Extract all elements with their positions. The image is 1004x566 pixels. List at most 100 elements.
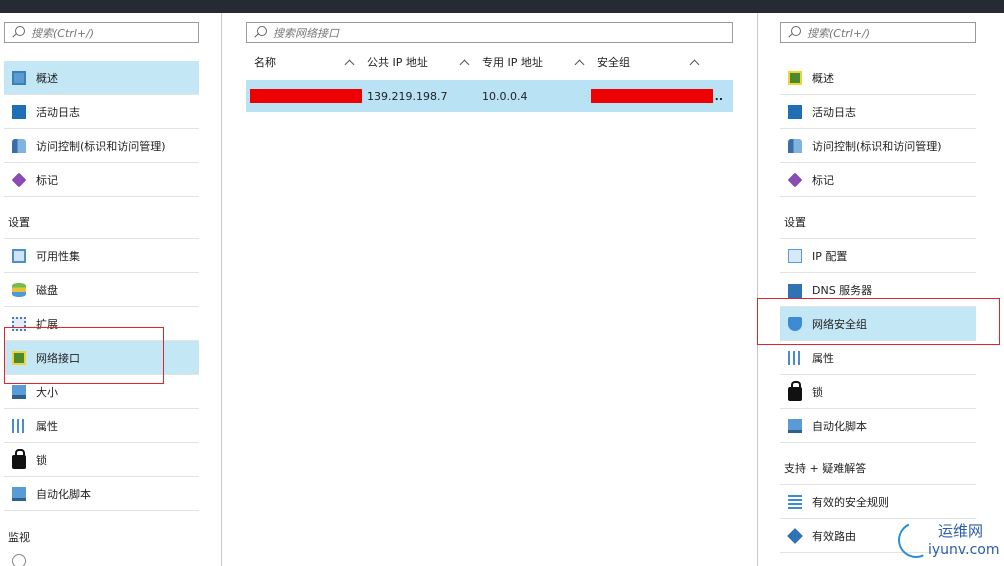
top-bar — [0, 0, 1004, 13]
truncation-ellipsis: .. — [714, 89, 723, 103]
column-header-name[interactable]: 名称 — [246, 51, 359, 73]
menu-item-label: 大小 — [36, 385, 58, 399]
lock-icon — [12, 449, 26, 469]
menu-item-label: 可用性集 — [36, 249, 80, 263]
vm-menu-panel: 搜索(Ctrl+/) 概述 活动日志 访问控制(标识和访问管理) 标记 设置 可… — [0, 13, 222, 566]
menu-item-automation-script[interactable]: 自动化脚本 — [4, 477, 199, 511]
menu-item-partial[interactable] — [4, 553, 199, 566]
column-header-public-ip[interactable]: 公共 IP 地址 — [359, 51, 474, 73]
highlight-box-network-security-group — [757, 298, 1000, 345]
menu-item-locks[interactable]: 锁 — [780, 375, 976, 409]
cell-name — [246, 89, 362, 103]
settings-section-header: 设置 — [4, 197, 199, 239]
site-watermark-logo: 运维网 iyunv.com — [892, 516, 1000, 564]
menu-item-label: 属性 — [812, 351, 834, 365]
ip-config-icon — [788, 248, 802, 263]
menu-item-label: 锁 — [812, 385, 823, 399]
menu-item-access-control[interactable]: 访问控制(标识和访问管理) — [4, 129, 199, 163]
access-control-icon — [788, 138, 802, 153]
search-placeholder: 搜索(Ctrl+/) — [807, 26, 871, 40]
cell-security-group: .. — [589, 89, 723, 103]
dns-server-icon — [788, 283, 802, 298]
watermark-en: iyunv.com — [928, 542, 1000, 558]
menu-item-label: 自动化脚本 — [812, 419, 867, 433]
menu-item-label: 概述 — [812, 71, 834, 85]
tag-icon — [787, 172, 803, 187]
network-interfaces-panel: 搜索网络接口 名称 公共 IP 地址 专用 IP 地址 安全组 139.219.… — [222, 13, 758, 566]
cell-public-ip: 139.219.198.7 — [367, 89, 448, 103]
automation-script-icon — [788, 418, 802, 433]
column-label: 专用 IP 地址 — [482, 56, 543, 69]
menu-item-label: 标记 — [36, 173, 58, 187]
menu-item-properties[interactable]: 属性 — [4, 409, 199, 443]
menu-item-label: 有效的安全规则 — [812, 495, 889, 509]
lock-icon — [788, 381, 802, 401]
cell-private-ip: 10.0.0.4 — [482, 89, 528, 103]
table-header: 名称 公共 IP 地址 专用 IP 地址 安全组 — [246, 51, 733, 73]
security-rules-icon — [788, 494, 802, 509]
menu-item-tags[interactable]: 标记 — [780, 163, 976, 197]
menu-item-label: 活动日志 — [812, 105, 856, 119]
disk-icon — [12, 282, 26, 297]
sort-ascending-icon — [344, 59, 355, 69]
menu-item-label: 概述 — [36, 71, 58, 85]
menu-item-ip-config[interactable]: IP 配置 — [780, 239, 976, 273]
menu-item-activity-log[interactable]: 活动日志 — [4, 95, 199, 129]
properties-icon — [12, 418, 26, 433]
search-placeholder: 搜索(Ctrl+/) — [31, 26, 95, 40]
sort-ascending-icon — [574, 59, 585, 69]
column-label: 安全组 — [597, 56, 630, 69]
menu-item-access-control[interactable]: 访问控制(标识和访问管理) — [780, 129, 976, 163]
menu-item-label: IP 配置 — [812, 249, 848, 263]
menu-item-label: 属性 — [36, 419, 58, 433]
settings-section-header: 设置 — [780, 197, 976, 239]
column-label: 名称 — [254, 56, 276, 69]
properties-icon — [788, 350, 802, 365]
activity-log-icon — [12, 104, 26, 119]
sort-ascending-icon — [459, 59, 470, 69]
tag-icon — [11, 172, 27, 187]
network-interface-menu-panel: 搜索(Ctrl+/) 概述 活动日志 访问控制(标识和访问管理) 标记 设置 I… — [758, 13, 1004, 566]
redaction-mark — [591, 89, 713, 103]
search-input[interactable]: 搜索(Ctrl+/) — [4, 22, 199, 43]
menu-item-label: 锁 — [36, 453, 47, 467]
availability-set-icon — [12, 248, 26, 263]
overview-icon — [788, 70, 802, 85]
monitor-section-header: 监视 — [8, 531, 30, 544]
automation-script-icon — [12, 486, 26, 501]
vm-menu: 概述 活动日志 访问控制(标识和访问管理) 标记 设置 可用性集 磁盘 扩展 网… — [4, 61, 199, 566]
sort-ascending-icon — [689, 59, 700, 69]
search-input[interactable]: 搜索(Ctrl+/) — [780, 22, 976, 43]
menu-item-label: 标记 — [812, 173, 834, 187]
menu-item-label: 活动日志 — [36, 105, 80, 119]
menu-item-overview[interactable]: 概述 — [4, 61, 199, 95]
search-icon — [11, 25, 25, 40]
menu-item-availability-set[interactable]: 可用性集 — [4, 239, 199, 273]
menu-item-automation-script[interactable]: 自动化脚本 — [780, 409, 976, 443]
overview-icon — [12, 70, 26, 85]
column-header-private-ip[interactable]: 专用 IP 地址 — [474, 51, 589, 73]
menu-item-disks[interactable]: 磁盘 — [4, 273, 199, 307]
menu-item-tags[interactable]: 标记 — [4, 163, 199, 197]
menu-item-label: 访问控制(标识和访问管理) — [36, 139, 166, 153]
menu-item-activity-log[interactable]: 活动日志 — [780, 95, 976, 129]
menu-item-properties[interactable]: 属性 — [780, 341, 976, 375]
highlight-box-network-interfaces — [4, 327, 164, 384]
routes-icon — [787, 527, 803, 544]
menu-item-effective-security-rules[interactable]: 有效的安全规则 — [780, 485, 976, 519]
menu-item-overview[interactable]: 概述 — [780, 61, 976, 95]
support-section-header: 支持 + 疑难解答 — [780, 443, 976, 485]
column-header-security-group[interactable]: 安全组 — [589, 51, 704, 73]
menu-item-label: 磁盘 — [36, 283, 58, 297]
menu-item-locks[interactable]: 锁 — [4, 443, 199, 477]
search-icon — [787, 25, 801, 40]
search-icon — [253, 25, 267, 40]
size-icon — [12, 384, 26, 399]
menu-item-label: 自动化脚本 — [36, 487, 91, 501]
column-label: 公共 IP 地址 — [367, 56, 428, 69]
menu-item-label: DNS 服务器 — [812, 283, 873, 297]
menu-item-label: 访问控制(标识和访问管理) — [812, 139, 942, 153]
monitor-icon — [12, 554, 26, 566]
search-input[interactable]: 搜索网络接口 — [246, 22, 733, 43]
table-row[interactable]: 139.219.198.7 10.0.0.4 .. — [246, 80, 733, 112]
